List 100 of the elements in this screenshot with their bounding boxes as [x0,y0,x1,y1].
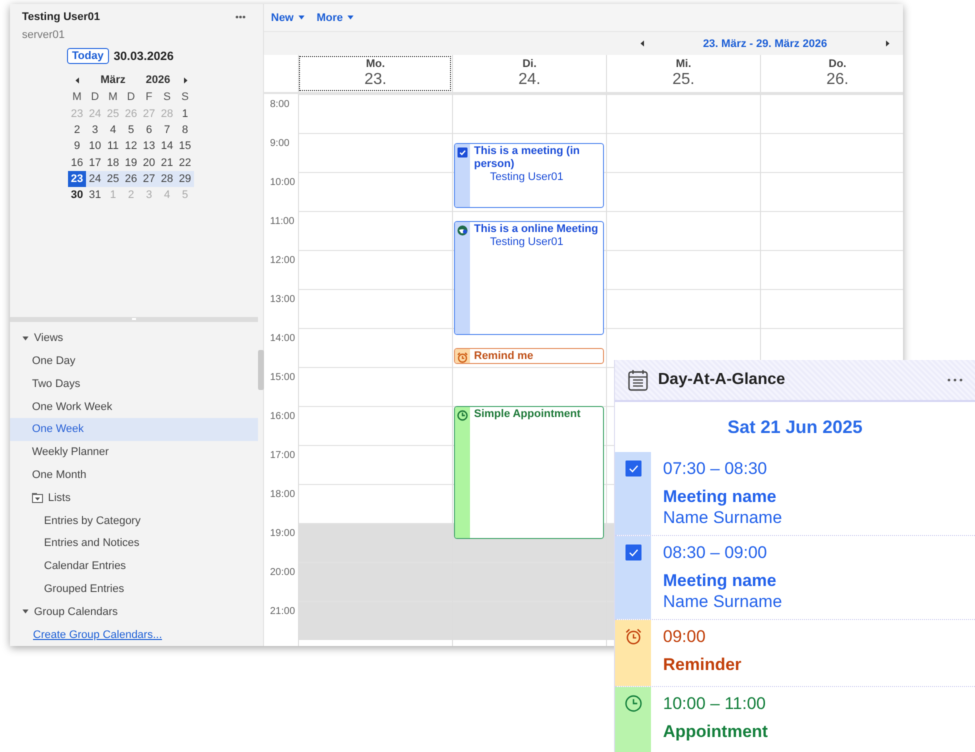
calendar-day[interactable]: 4 [104,122,122,138]
previous-week-icon[interactable] [639,40,646,47]
next-month-icon[interactable] [182,76,188,84]
nav-item[interactable]: Weekly Planner [10,440,258,464]
hour-label: 11:00 [269,215,296,227]
nav-item[interactable]: Grouped Entries [10,578,258,600]
weekday-label: S [163,91,171,104]
calendar-day[interactable]: 7 [158,122,176,138]
calendar-day[interactable]: 14 [158,138,176,154]
calendar-day[interactable]: 22 [176,154,194,171]
weekday-label: M [72,91,82,104]
calendar-day[interactable]: 27 [140,170,158,187]
day-header[interactable]: Di. 24. [452,55,606,92]
calendar-day[interactable]: 26 [122,170,140,187]
calendar-day[interactable]: 18 [104,154,122,171]
nav-item[interactable]: One Work Week [10,395,258,418]
calendar-day[interactable]: 30 [68,187,86,204]
alarm-clock-icon [457,352,468,362]
calendar-day[interactable]: 29 [176,170,194,187]
nav-item[interactable]: Calendar Entries [10,554,258,578]
caret-icon [298,14,305,21]
calendar-day[interactable]: 17 [86,154,104,171]
globe-icon [457,224,468,236]
caret-icon [22,608,29,616]
panel-title: Day-At-A-Glance [658,371,786,389]
clock-icon [624,695,642,712]
folder-icon [32,492,43,503]
hour-label: 15:00 [269,371,296,383]
calendar-event[interactable]: This is a online Meeting Testing User01 [454,220,604,334]
hour-label: 13:00 [269,293,296,305]
calendar-day[interactable]: 23 [68,170,86,187]
nav-item[interactable]: Entries and Notices [10,532,258,555]
caret-icon [346,14,354,21]
calendar-day[interactable]: 28 [158,170,176,187]
calendar-day[interactable]: 24 [86,170,104,187]
calendar-day[interactable]: 12 [122,138,140,154]
panel-date: Sat 21 Jun 2025 [726,416,864,438]
menu-button[interactable]: New [271,12,305,24]
server-name: server01 [22,29,66,41]
more-icon[interactable] [235,15,246,19]
weekday-label: D [91,91,99,104]
calendar-day[interactable]: 5 [122,122,140,138]
hour-label: 9:00 [269,137,290,149]
calendar-day[interactable]: 1 [176,106,194,122]
hour-label: 18:00 [269,488,296,500]
nav-item[interactable]: One Day [10,350,258,372]
month-label: März [100,74,126,86]
calendar-event[interactable]: Remind me [454,348,604,364]
year-label: 2026 [146,74,170,86]
today-button[interactable]: Today [67,48,109,64]
nav-item[interactable]: One Month [10,464,258,486]
week-range: 23. März - 29. März 2026 [702,38,828,50]
calendar-day[interactable]: 15 [176,138,194,154]
calendar-day[interactable]: 13 [140,138,158,154]
more-icon[interactable] [947,378,963,382]
agenda-entry[interactable]: 08:30 – 09:00 Meeting name Name Surname [615,536,975,620]
weekday-label: S [181,91,189,104]
calendar-day[interactable]: 19 [122,154,140,171]
calendar-day[interactable]: 2 [68,122,86,138]
next-week-icon[interactable] [884,40,891,47]
calendar-day[interactable]: 10 [86,138,104,154]
calendar-event[interactable]: Simple Appointment [454,406,604,540]
checkbox-icon [457,146,468,158]
agenda-entry[interactable]: 07:30 – 08:30 Meeting name Name Surname [615,452,975,536]
menu-button[interactable]: More [316,12,354,24]
hour-label: 10:00 [269,176,296,188]
calendar-event[interactable]: This is a meeting (in person) Testing User01 [454,142,604,208]
user-name: Testing User01 [22,11,100,23]
nav-item[interactable]: Entries by Category [10,509,258,532]
hour-label: 17:00 [269,449,296,461]
calendar-day[interactable]: 6 [140,122,158,138]
calendar-day[interactable]: 31 [86,187,104,204]
agenda-entry[interactable]: 09:00 Reminder [615,620,975,687]
calendar-day[interactable]: 11 [104,138,122,154]
calendar-day[interactable]: 16 [68,154,86,171]
day-header[interactable]: Do. 26. [760,55,903,92]
calendar-day[interactable]: 8 [176,122,194,138]
calendar-day[interactable]: 25 [104,170,122,187]
checkbox-icon [624,460,642,477]
hour-label: 14:00 [269,332,296,344]
calendar-day[interactable]: 20 [140,154,158,171]
calendar-day[interactable]: 21 [158,154,176,171]
alarm-clock-icon [624,628,642,645]
nav-item[interactable]: One Week [10,418,258,441]
create-link[interactable]: Create Group Calendars... [33,626,162,644]
collapse-handle[interactable] [258,350,264,390]
section-header[interactable]: Views [10,326,258,350]
day-header[interactable]: Mo. 23. [298,55,452,92]
previous-month-icon[interactable] [74,76,80,84]
nav-item[interactable]: Two Days [10,372,258,396]
section-header[interactable]: Group Calendars [10,600,258,624]
calendar-day[interactable]: 3 [86,122,104,138]
hour-label: 21:00 [269,605,296,617]
agenda-entry[interactable]: 10:00 – 11:00 Appointment [615,687,975,752]
weekday-label: M [108,91,118,104]
hour-label: 20:00 [269,566,296,578]
caret-icon [22,334,29,342]
calendar-day[interactable]: 9 [68,138,86,154]
day-header[interactable]: Mi. 25. [606,55,760,92]
nav-item[interactable]: Lists [10,486,258,510]
